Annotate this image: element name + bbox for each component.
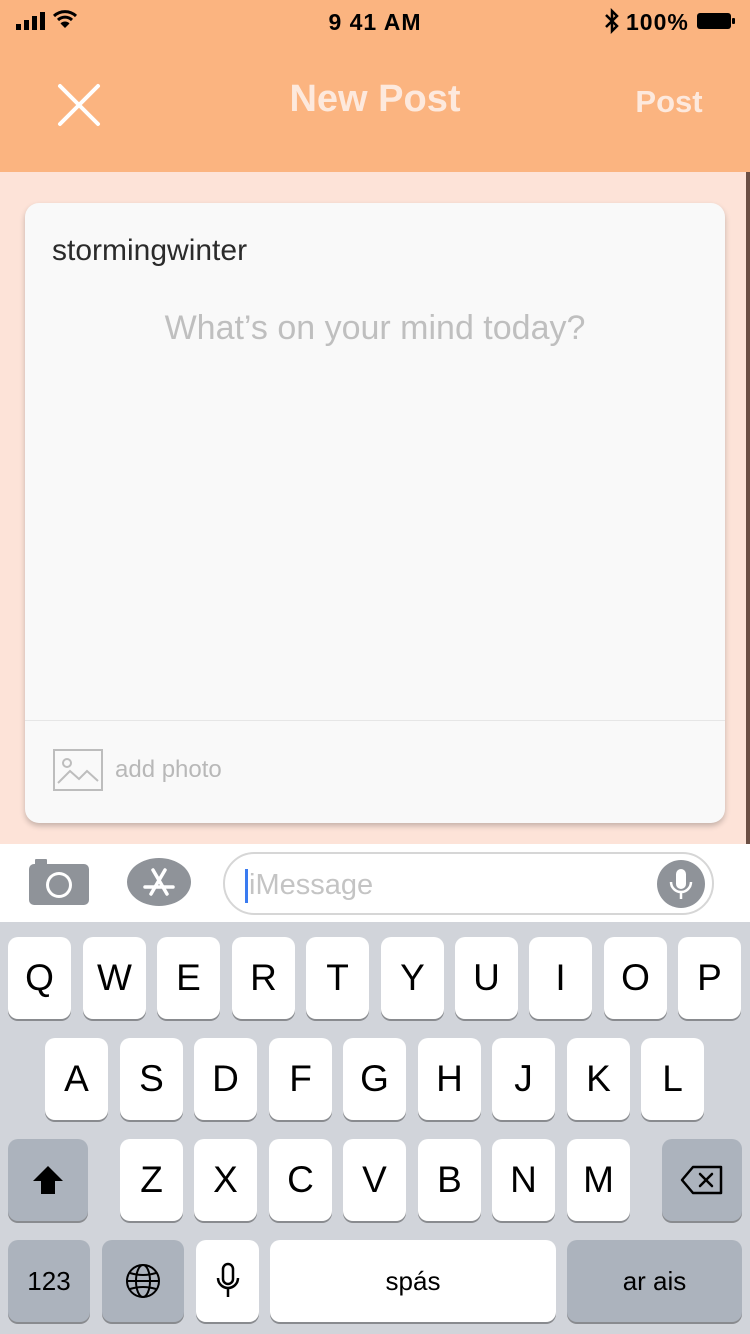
numbers-key[interactable]: 123 bbox=[8, 1240, 90, 1322]
post-text-input[interactable]: What’s on your mind today? bbox=[25, 309, 725, 348]
key-u[interactable]: U bbox=[455, 937, 518, 1019]
image-icon bbox=[53, 749, 103, 791]
screen-edge-divider bbox=[746, 172, 750, 844]
keyboard: Q W E R T Y U I O P A S D F G H J K L Z … bbox=[0, 922, 750, 1334]
microphone-icon bbox=[669, 869, 693, 899]
message-bar: iMessage bbox=[0, 844, 750, 922]
app-store-icon[interactable] bbox=[127, 858, 191, 906]
key-c[interactable]: C bbox=[269, 1139, 332, 1221]
key-d[interactable]: D bbox=[194, 1038, 257, 1120]
username: stormingwinter bbox=[52, 234, 248, 267]
shift-arrow-icon bbox=[33, 1166, 63, 1194]
dictation-key[interactable] bbox=[196, 1240, 259, 1322]
imessage-placeholder: iMessage bbox=[249, 869, 374, 901]
key-f[interactable]: F bbox=[269, 1038, 332, 1120]
add-photo-button[interactable]: add photo bbox=[53, 748, 222, 792]
dictation-button[interactable] bbox=[657, 860, 705, 908]
key-m[interactable]: M bbox=[567, 1139, 630, 1221]
key-h[interactable]: H bbox=[418, 1038, 481, 1120]
backspace-icon bbox=[680, 1165, 723, 1195]
status-bar: 9 41 AM 100% bbox=[0, 0, 750, 44]
key-p[interactable]: P bbox=[678, 937, 741, 1019]
return-key[interactable]: ar ais bbox=[567, 1240, 742, 1322]
key-a[interactable]: A bbox=[45, 1038, 108, 1120]
key-t[interactable]: T bbox=[306, 937, 369, 1019]
key-r[interactable]: R bbox=[232, 937, 295, 1019]
text-cursor bbox=[245, 869, 248, 903]
key-o[interactable]: O bbox=[604, 937, 667, 1019]
key-n[interactable]: N bbox=[492, 1139, 555, 1221]
imessage-input[interactable]: iMessage bbox=[223, 852, 714, 915]
key-q[interactable]: Q bbox=[8, 937, 71, 1019]
key-x[interactable]: X bbox=[194, 1139, 257, 1221]
camera-icon[interactable] bbox=[29, 859, 89, 905]
key-w[interactable]: W bbox=[83, 937, 146, 1019]
microphone-icon bbox=[216, 1262, 239, 1297]
bluetooth-icon bbox=[605, 8, 619, 34]
key-g[interactable]: G bbox=[343, 1038, 406, 1120]
key-b[interactable]: B bbox=[418, 1139, 481, 1221]
key-k[interactable]: K bbox=[567, 1038, 630, 1120]
battery-percentage: 100% bbox=[626, 9, 689, 35]
space-key[interactable]: spás bbox=[270, 1240, 556, 1322]
post-button[interactable]: Post bbox=[622, 84, 716, 120]
card-divider bbox=[25, 720, 725, 721]
key-l[interactable]: L bbox=[641, 1038, 704, 1120]
add-photo-label: add photo bbox=[115, 756, 222, 783]
key-y[interactable]: Y bbox=[381, 937, 444, 1019]
globe-icon bbox=[126, 1264, 160, 1298]
key-v[interactable]: V bbox=[343, 1139, 406, 1221]
key-j[interactable]: J bbox=[492, 1038, 555, 1120]
header-bar: 9 41 AM 100% New Post Post bbox=[0, 0, 750, 172]
globe-key[interactable] bbox=[102, 1240, 184, 1322]
compose-card: stormingwinter What’s on your mind today… bbox=[25, 203, 725, 823]
shift-key[interactable] bbox=[8, 1139, 88, 1221]
key-i[interactable]: I bbox=[529, 937, 592, 1019]
key-z[interactable]: Z bbox=[120, 1139, 183, 1221]
battery-icon bbox=[697, 13, 735, 29]
key-s[interactable]: S bbox=[120, 1038, 183, 1120]
backspace-key[interactable] bbox=[662, 1139, 742, 1221]
key-e[interactable]: E bbox=[157, 937, 220, 1019]
